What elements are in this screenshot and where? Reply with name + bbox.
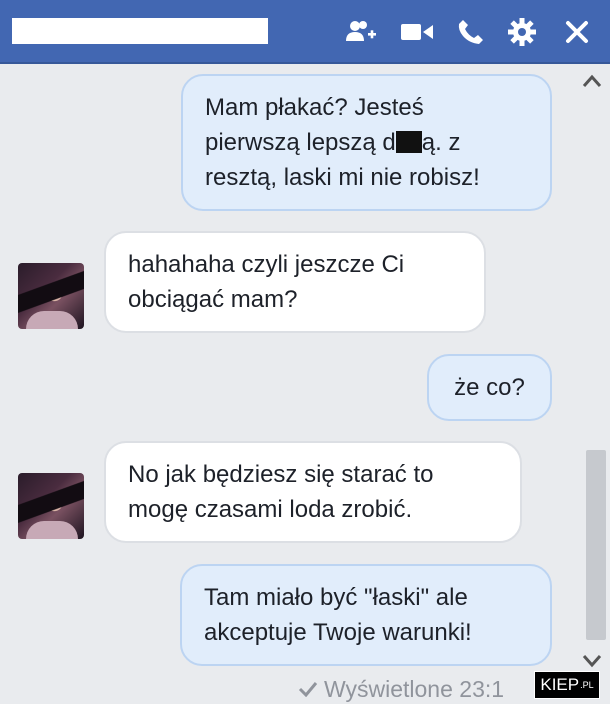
contact-avatar[interactable]: [18, 473, 84, 539]
message-text: pierwszą lepszą d: [205, 129, 396, 156]
site-watermark-logo: KIEP .PL: [534, 671, 600, 699]
phone-call-icon[interactable]: [454, 15, 488, 49]
conversation-title-redacted[interactable]: [12, 18, 268, 44]
contact-avatar[interactable]: [18, 263, 84, 329]
add-people-icon[interactable]: [345, 15, 379, 49]
seen-status: Wyświetlone 23:1: [298, 676, 504, 703]
settings-gear-icon[interactable]: [505, 15, 539, 49]
scrollbar-thumb[interactable]: [586, 450, 606, 640]
watermark-suffix: .PL: [580, 680, 594, 690]
message-text: mogę czasami loda zrobić.: [128, 496, 413, 523]
checkmark-icon: [298, 676, 318, 703]
chat-header: [0, 0, 610, 64]
watermark-text: KIEP: [540, 675, 580, 694]
message-text: Tam miało być "łaski" ale: [204, 584, 468, 611]
message-text: ą. z: [421, 129, 461, 156]
message-text: obciągać mam?: [128, 286, 298, 313]
outgoing-message-bubble: Mam płakać? Jesteś pierwszą lepszą d ą. z…: [181, 74, 552, 211]
message-text: Mam płakać? Jesteś: [205, 94, 424, 121]
message-text: No jak będziesz się starać to: [128, 461, 434, 488]
close-icon[interactable]: [560, 15, 594, 49]
video-call-icon[interactable]: [400, 15, 434, 49]
scroll-up-arrow-icon[interactable]: [582, 74, 602, 93]
outgoing-message-bubble: Tam miało być "łaski" ale akceptuje Twoj…: [180, 564, 552, 666]
message-text: resztą, laski mi nie robisz!: [205, 164, 480, 191]
message-text: że co?: [454, 374, 525, 401]
message-text: hahahaha czyli jeszcze Ci: [128, 251, 405, 278]
seen-text: Wyświetlone 23:1: [324, 676, 505, 702]
message-text: akceptuje Twoje warunki!: [204, 619, 472, 646]
incoming-message-bubble: hahahaha czyli jeszcze Ci obciągać mam?: [104, 231, 486, 333]
outgoing-message-bubble: że co?: [427, 354, 552, 421]
redaction-block: [395, 131, 422, 153]
incoming-message-bubble: No jak będziesz się starać to mogę czasa…: [104, 441, 522, 543]
